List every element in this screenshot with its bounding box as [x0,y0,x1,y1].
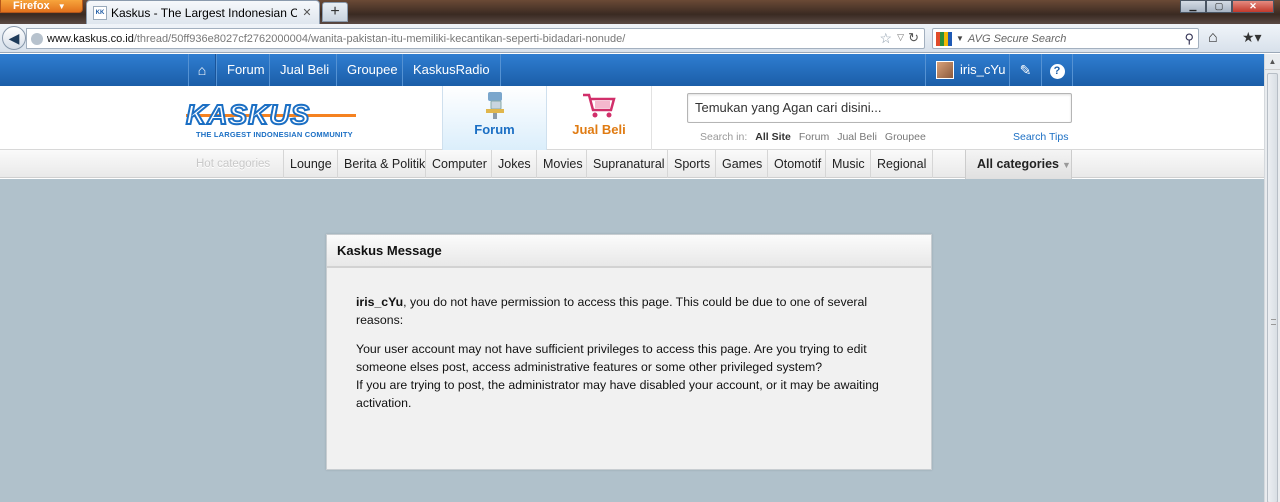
close-window-button[interactable]: ✕ [1232,0,1274,13]
message-paragraph-1: iris_cYu, you do not have permission to … [356,293,902,329]
browser-search-bar[interactable]: ▼ AVG Secure Search ⚲ [932,28,1199,49]
search-tips-link[interactable]: Search Tips [1013,131,1068,143]
category-otomotif[interactable]: Otomotif [767,150,827,178]
category-supranatural[interactable]: Supranatural [586,150,671,178]
chevron-down-icon: ▼ [57,2,66,11]
site-identity-icon[interactable] [31,32,43,45]
category-bar: Hot categories Lounge Berita & Politik C… [0,150,1264,179]
tab-title: Kaskus - The Largest Indonesian Comm... [111,5,297,20]
kaskus-logo[interactable]: KASKUS THE LARGEST INDONESIAN COMMUNITY [185,99,356,140]
kaskus-header: KASKUS THE LARGEST INDONESIAN COMMUNITY … [0,86,1264,150]
logo-word: KASKUS [185,99,311,131]
topbar-item-forum[interactable]: Forum [216,54,275,86]
pencil-icon[interactable]: ✎ [1009,54,1041,86]
kaskus-favicon-icon: KK [93,5,107,20]
user-menu[interactable]: iris_cYu [925,54,1016,86]
hot-categories-label: Hot categories [196,158,271,170]
search-in-jual-beli[interactable]: Jual Beli [837,131,877,143]
tab-jual-beli[interactable]: Jual Beli [547,86,652,150]
history-dropdown-icon[interactable]: ▽ [897,32,904,43]
username: iris_cYu [960,62,1006,77]
browser-nav-bar: ◀ www.kaskus.co.id/thread/50ff936e8027cf… [0,24,1280,53]
category-games[interactable]: Games [715,150,768,178]
search-placeholder: AVG Secure Search [967,32,1067,45]
search-in-options: Search in: All Site Forum Jual Beli Grou… [700,131,926,143]
search-engine-dropdown-icon[interactable]: ▼ [956,34,964,43]
browser-tab-active[interactable]: KK Kaskus - The Largest Indonesian Comm.… [86,0,320,24]
scrollbar-grip-icon [1271,319,1276,325]
avg-logo-icon [936,31,952,46]
home-icon[interactable]: ⌂ [188,54,216,86]
message-line-3: If you are trying to post, the administr… [356,378,879,410]
back-button[interactable]: ◀ [2,26,26,50]
minimize-button[interactable]: ▁ [1180,0,1206,13]
category-berita-politik[interactable]: Berita & Politik [337,150,431,178]
shopping-cart-icon [579,90,619,120]
tab-forum[interactable]: Forum [442,86,547,150]
category-music[interactable]: Music [825,150,871,178]
search-in-groupee[interactable]: Groupee [885,131,926,143]
vertical-scrollbar[interactable]: ▲ [1264,54,1280,502]
message-line-1: , you do not have permission to access t… [356,295,868,327]
message-title: Kaskus Message [327,235,931,268]
chevron-down-icon: ▼ [1061,160,1071,170]
all-categories-dropdown[interactable]: All categories ▼ [965,150,1072,179]
forum-microphone-icon [480,90,510,120]
bookmark-star-icon[interactable]: ☆ [879,30,892,47]
close-tab-icon[interactable]: ✕ [301,6,313,19]
message-paragraph-2: Your user account may not have sufficien… [356,340,902,412]
new-tab-button[interactable]: + [322,2,348,22]
bookmarks-menu-icon[interactable]: ★▾ [1242,29,1262,46]
topbar-item-jual-beli[interactable]: Jual Beli [269,54,339,86]
scrollbar-thumb[interactable] [1267,73,1278,502]
category-sports[interactable]: Sports [667,150,716,178]
search-icon[interactable]: ⚲ [1184,31,1198,47]
url-text[interactable]: www.kaskus.co.id/thread/50ff936e8027cf27… [47,33,877,45]
home-icon[interactable]: ⌂ [1208,29,1218,47]
url-domain: www.kaskus.co.id [47,32,134,45]
search-in-all-site[interactable]: All Site [755,131,791,143]
reload-icon[interactable]: ↻ [908,30,919,46]
url-path: /thread/50ff936e8027cf2762000004/wanita-… [133,32,626,45]
category-jokes[interactable]: Jokes [491,150,537,178]
help-button[interactable]: ? [1041,54,1073,86]
message-line-2: Your user account may not have sufficien… [356,342,867,374]
tab-forum-label: Forum [474,122,515,137]
tab-jual-beli-label: Jual Beli [572,122,626,137]
main-content: Kaskus Message iris_cYu, you do not have… [0,179,1264,502]
site-search-input[interactable]: Temukan yang Agan cari disini... [687,93,1072,123]
logo-tagline: THE LARGEST INDONESIAN COMMUNITY [196,130,353,139]
firefox-menu-button[interactable]: Firefox ▼ [0,0,83,13]
category-computer[interactable]: Computer [425,150,493,178]
avatar [936,61,954,79]
kaskus-top-bar: ⌂ Forum Jual Beli Groupee KaskusRadio ir… [0,54,1264,86]
topbar-item-groupee[interactable]: Groupee [336,54,408,86]
message-body: iris_cYu, you do not have permission to … [327,268,931,412]
category-regional[interactable]: Regional [870,150,934,178]
search-in-forum[interactable]: Forum [799,131,829,143]
category-lounge[interactable]: Lounge [283,150,338,178]
browser-tab-strip: Firefox ▼ KK Kaskus - The Largest Indones… [0,0,1280,24]
message-box: Kaskus Message iris_cYu, you do not have… [326,234,932,470]
url-bar[interactable]: www.kaskus.co.id/thread/50ff936e8027cf27… [26,28,925,49]
help-icon: ? [1049,64,1065,79]
maximize-button[interactable]: ▢ [1206,0,1232,13]
search-in-label: Search in: [700,131,748,143]
firefox-menu-label: Firefox [13,0,50,12]
scroll-up-arrow-icon[interactable]: ▲ [1265,54,1280,70]
category-movies[interactable]: Movies [536,150,589,178]
message-username: iris_cYu [356,295,404,309]
window-controls: ▁ ▢ ✕ [1180,0,1274,13]
topbar-item-kaskusradio[interactable]: KaskusRadio [402,54,501,86]
all-categories-label: All categories [977,157,1059,171]
